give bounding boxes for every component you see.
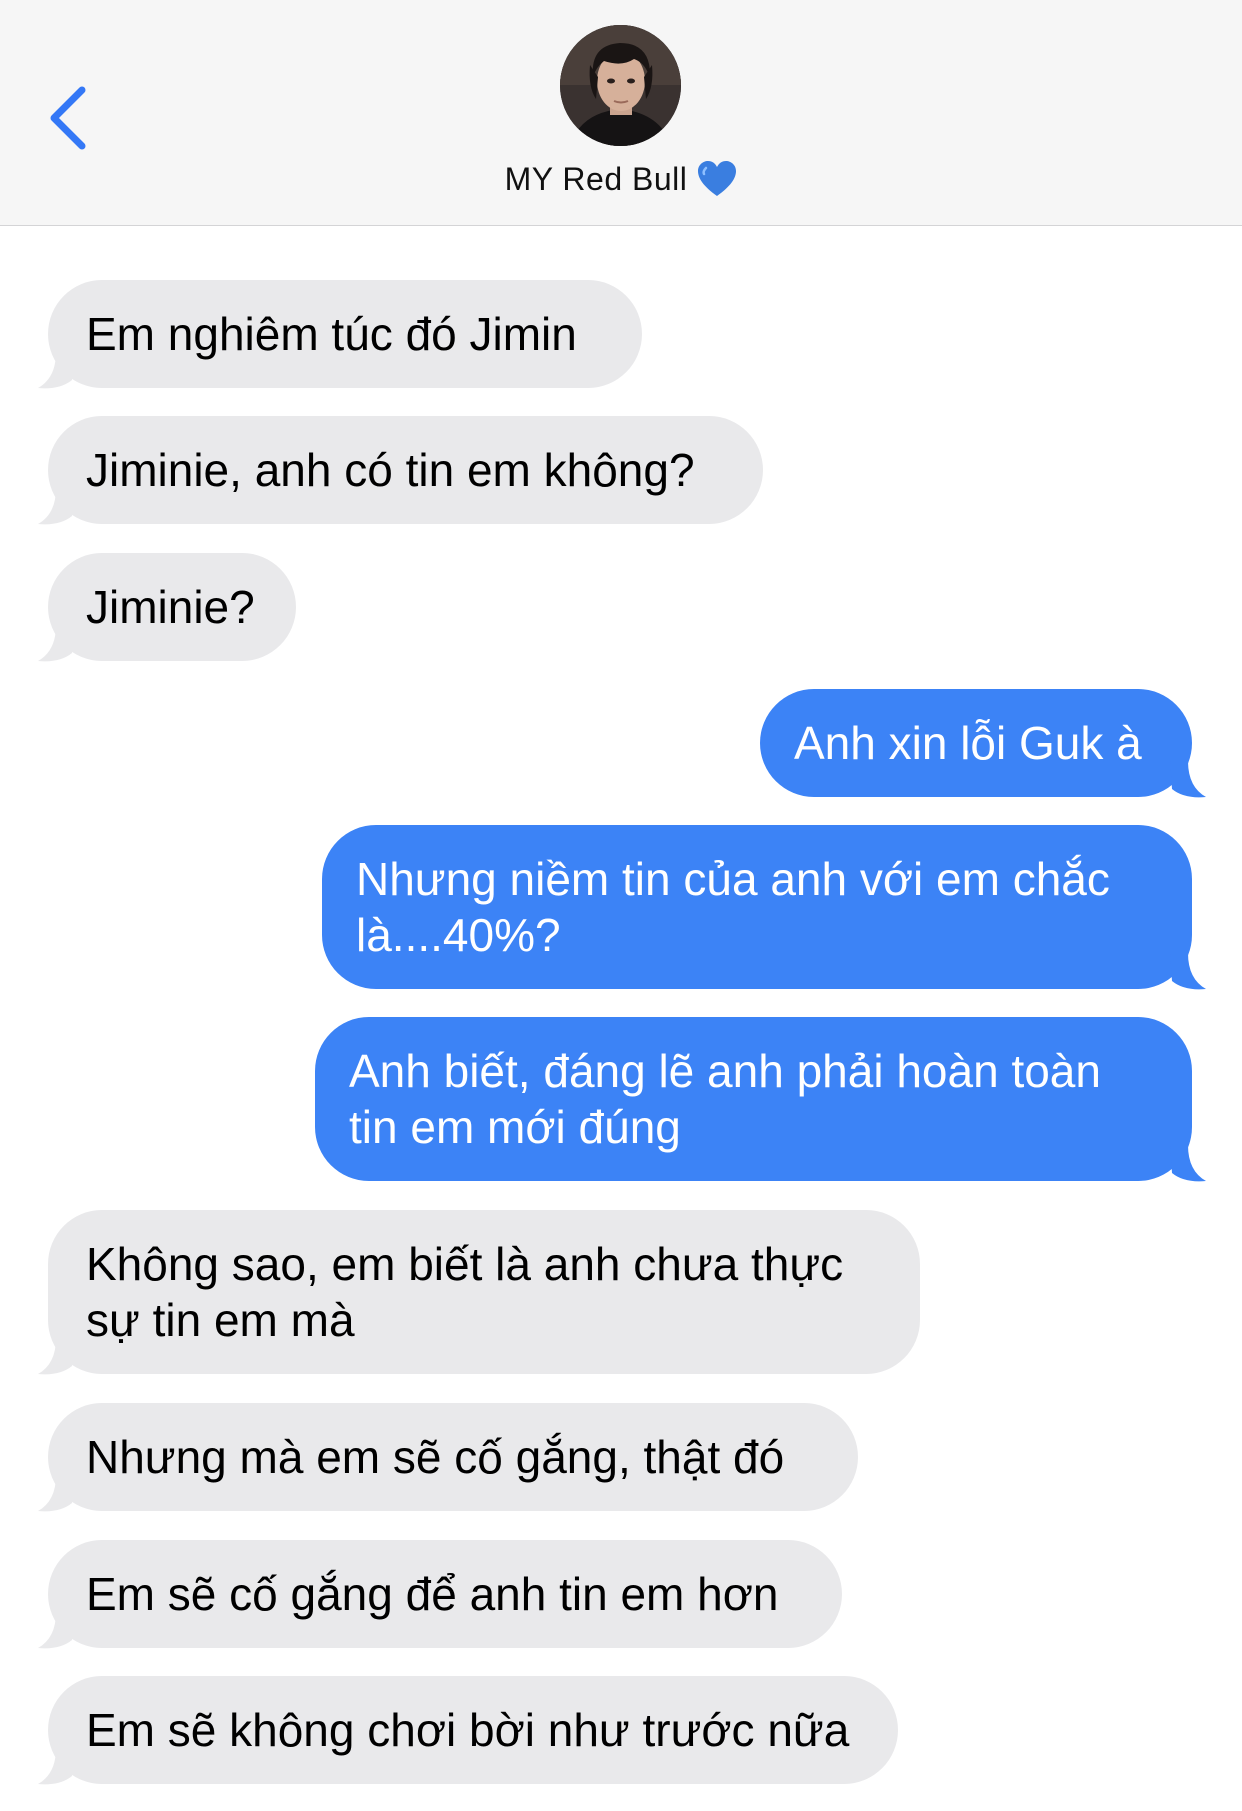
avatar[interactable]	[560, 25, 681, 146]
outgoing-message-bubble[interactable]: Anh xin lỗi Guk à	[760, 689, 1192, 797]
message-text-line: là....40%?	[356, 909, 561, 961]
message-text-line: sự tin em mà	[86, 1294, 355, 1346]
bubble-tail	[38, 1612, 74, 1649]
message-text-line: Em sẽ không chơi bời như trước nữa	[86, 1704, 850, 1756]
avatar-image	[560, 25, 681, 146]
bubble-tail	[1170, 1145, 1206, 1182]
message-text-line: Jiminie, anh có tin em không?	[86, 444, 695, 496]
incoming-message-bubble[interactable]: Nhưng mà em sẽ cố gắng, thật đó	[48, 1403, 858, 1511]
message-text-line: Anh xin lỗi Guk à	[794, 717, 1142, 769]
incoming-message-bubble[interactable]: Em sẽ không chơi bời như trước nữa	[48, 1676, 898, 1784]
bubble-tail	[38, 1475, 74, 1512]
chevron-left-icon	[50, 86, 86, 150]
message-text-line: Jiminie?	[86, 581, 255, 633]
contact-name-label: MY Red Bull	[504, 161, 688, 197]
bubble-tail	[38, 1748, 74, 1785]
incoming-message-bubble[interactable]: Không sao, em biết là anh chưa thực sự ti…	[48, 1210, 920, 1374]
message-text-line: tin em mới đúng	[349, 1101, 681, 1153]
message-text-line: Nhưng niềm tin của anh với em chắc	[356, 853, 1110, 905]
message-text-line: Nhưng mà em sẽ cố gắng, thật đó	[86, 1431, 785, 1483]
bubble-tail	[38, 352, 74, 389]
conversation-header: MY Red Bull	[0, 0, 1242, 226]
message-text-line: Em sẽ cố gắng để anh tin em hơn	[86, 1568, 779, 1620]
messages-screen: MY Red Bull Em nghiêm túc đó Jimin Jimini…	[0, 0, 1242, 1811]
bubble-tail	[38, 625, 74, 662]
back-button[interactable]	[40, 78, 100, 158]
incoming-message-bubble[interactable]: Em sẽ cố gắng để anh tin em hơn	[48, 1540, 842, 1648]
message-text-line: Không sao, em biết là anh chưa thực	[86, 1238, 844, 1290]
outgoing-message-bubble[interactable]: Anh biết, đáng lẽ anh phải hoàn toàn tin …	[315, 1017, 1192, 1181]
incoming-message-bubble[interactable]: Jiminie?	[48, 553, 296, 661]
outgoing-message-bubble[interactable]: Nhưng niềm tin của anh với em chắc là....…	[322, 825, 1192, 989]
incoming-message-bubble[interactable]: Jiminie, anh có tin em không?	[48, 416, 763, 524]
message-text-line: Anh biết, đáng lẽ anh phải hoàn toàn	[349, 1045, 1101, 1097]
bubble-tail	[38, 1338, 74, 1375]
bubble-tail	[1170, 761, 1206, 798]
bubble-tail	[38, 488, 74, 525]
contact-name[interactable]: MY Red Bull	[0, 160, 1242, 206]
blue-heart-icon	[697, 160, 737, 206]
bubble-tail	[1170, 953, 1206, 990]
message-text-line: Em nghiêm túc đó Jimin	[86, 308, 577, 360]
incoming-message-bubble[interactable]: Em nghiêm túc đó Jimin	[48, 280, 642, 388]
